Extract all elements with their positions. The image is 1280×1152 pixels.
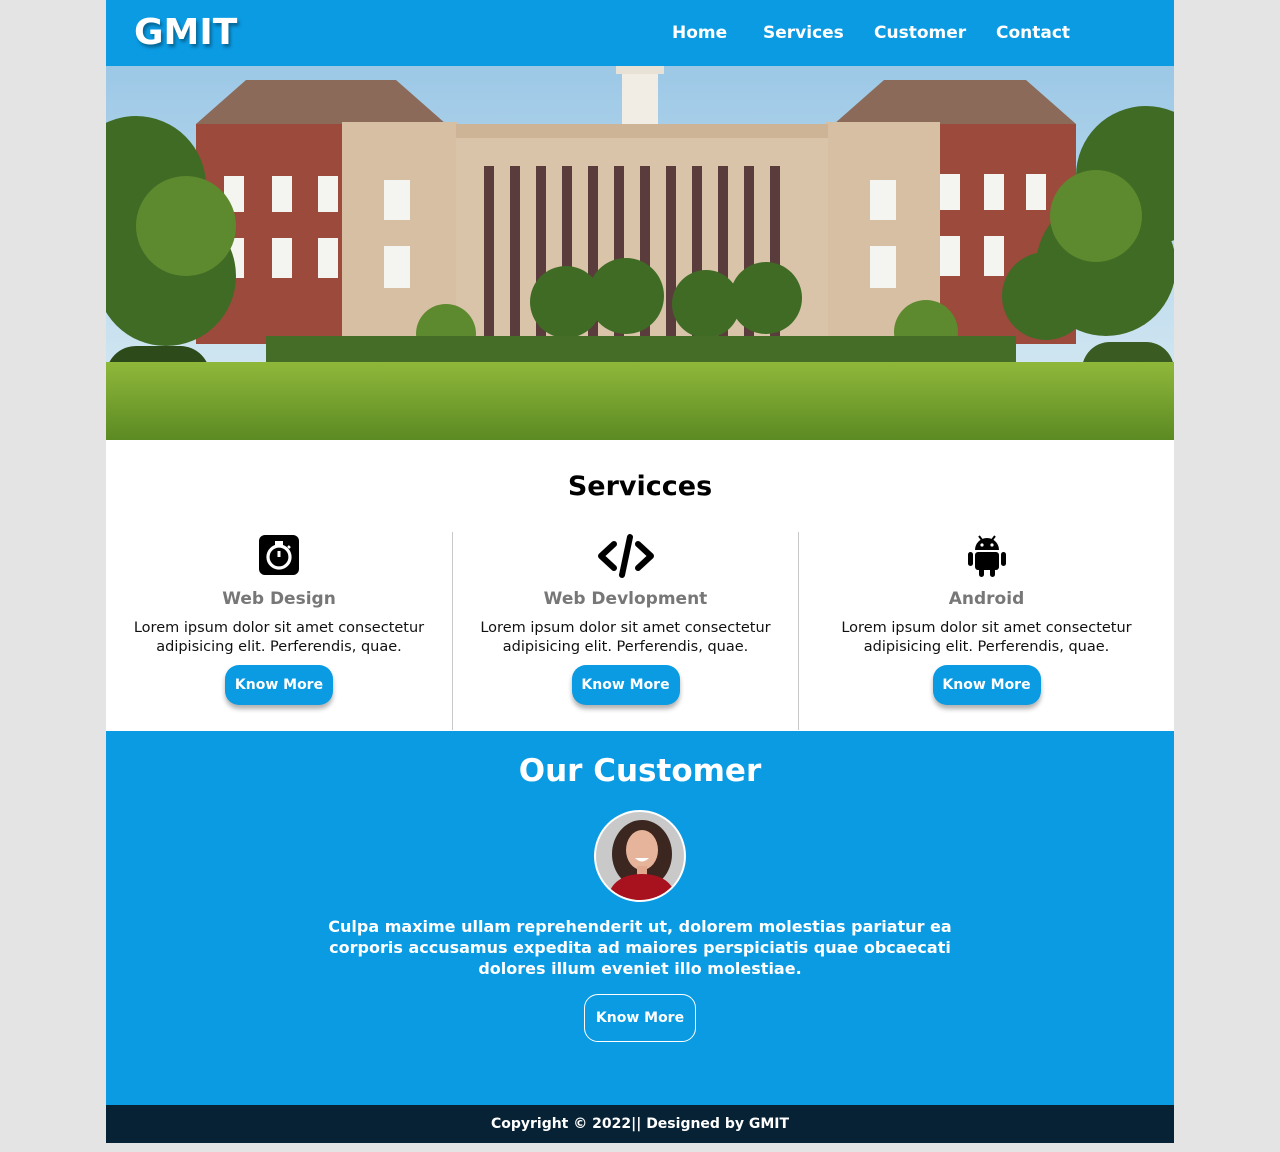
know-more-button[interactable]: Know More	[584, 994, 696, 1042]
code-icon	[453, 534, 798, 578]
customer-section: Our Customer Culpa maxime ullam reprehen…	[106, 731, 1174, 1105]
footer: Copyright © 2022|| Designed by GMIT	[106, 1105, 1174, 1143]
page: GMIT Home Services Customer Contact Serv…	[106, 0, 1174, 1143]
avatar	[594, 810, 686, 902]
services-title: Servicces	[567, 471, 713, 502]
stopwatch-icon	[106, 534, 452, 578]
service-title: Web Design	[222, 589, 336, 609]
service-card-web-design: Web Design Lorem ipsum dolor sit amet co…	[106, 532, 452, 730]
service-text: Lorem ipsum dolor sit amet consectetur a…	[480, 620, 771, 655]
android-icon	[799, 534, 1174, 578]
know-more-button[interactable]: Know More	[932, 665, 1041, 705]
service-title: Android	[948, 589, 1025, 609]
header: GMIT Home Services Customer Contact	[106, 0, 1174, 66]
nav-home[interactable]: Home	[672, 22, 727, 44]
know-more-button[interactable]: Know More	[571, 665, 680, 705]
service-card-web-development: Web Devlopment Lorem ipsum dolor sit ame…	[452, 532, 798, 730]
nav-menu: Home Services Customer Contact	[106, 22, 1174, 44]
customer-quote: Culpa maxime ullam reprehenderit ut, dol…	[328, 917, 952, 978]
nav-contact[interactable]: Contact	[996, 22, 1070, 44]
service-text: Lorem ipsum dolor sit amet consectetur a…	[841, 620, 1132, 655]
service-text: Lorem ipsum dolor sit amet consectetur a…	[133, 620, 425, 655]
service-card-android: Android Lorem ipsum dolor sit amet conse…	[798, 532, 1174, 730]
nav-services[interactable]: Services	[763, 22, 844, 44]
customer-title: Our Customer	[518, 753, 762, 789]
know-more-button[interactable]: Know More	[225, 665, 333, 705]
hero-image	[106, 66, 1174, 440]
nav-customer[interactable]: Customer	[874, 22, 966, 44]
service-title: Web Devlopment	[543, 589, 708, 609]
